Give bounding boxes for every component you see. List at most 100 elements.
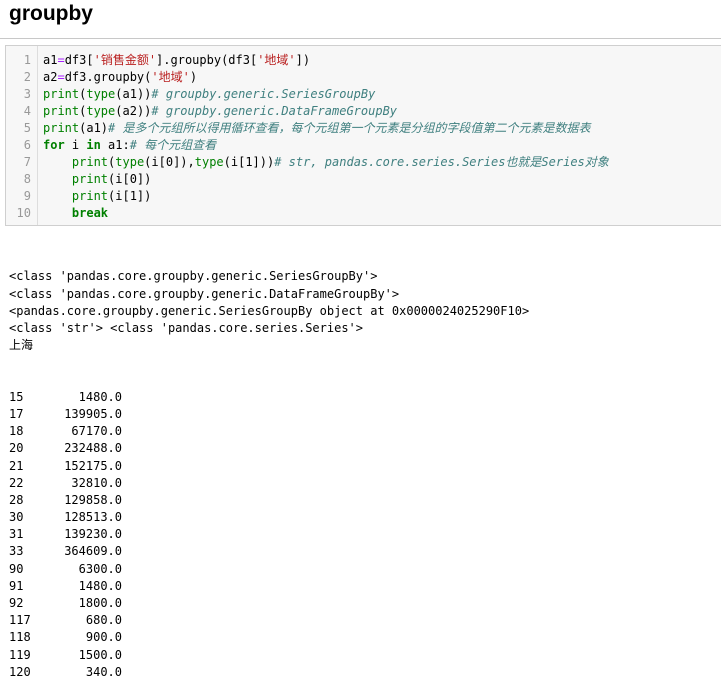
line-number: 8 [23,172,31,186]
code-token: df3.groupby( [64,70,152,84]
series-row: 21 152175.0 [9,458,529,475]
code-token: = [57,53,65,67]
code-token: print [71,189,109,203]
code-token: type [86,87,116,101]
series-value: 364609.0 [64,544,122,559]
series-row: 22 32810.0 [9,475,529,492]
code-token: (i[0]) [108,172,152,186]
series-row: 33 364609.0 [9,543,529,560]
code-token: = [57,70,65,84]
code-token: break [71,206,109,220]
line-number: 1 [23,53,31,67]
series-row: 91 1480.0 [9,578,529,595]
code-token: type [194,155,224,169]
code-line: break [43,205,609,222]
series-row: 117 680.0 [9,612,529,629]
code-token: # groupby.generic.SeriesGroupBy [151,87,376,101]
code-token: # 每个元组查看 [129,138,217,152]
series-value: 67170.0 [71,424,122,439]
series-value: 680.0 [85,613,122,628]
series-value: 900.0 [85,630,122,645]
code-token: (i[1]) [108,189,152,203]
code-token: (i[1])) [223,155,275,169]
series-row: 30 128513.0 [9,509,529,526]
series-row: 28 129858.0 [9,492,529,509]
series-value: 129858.0 [64,492,122,507]
series-value: 1500.0 [78,647,122,662]
line-number: 5 [23,121,31,135]
code-line: print(i[0]) [43,171,609,188]
series-value: 232488.0 [64,441,122,456]
code-token: ]) [295,53,311,67]
code-token: (i[0]), [144,155,195,169]
code-token: a1 [43,53,58,67]
code-token: print [43,121,80,135]
series-value: 6300.0 [78,561,122,576]
line-number-gutter: 1 2 3 4 5 6 7 8 9 10 [6,46,38,225]
code-token: a2 [43,70,58,84]
output-line: <class 'str'> <class 'pandas.core.series… [9,320,364,335]
output-line: 上海 [9,338,34,353]
line-number: 7 [23,155,31,169]
series-output: 15 1480.0 17 139905.0 18 67170.0 20 232488.0 21 1… [9,389,529,681]
series-value: 1480.0 [78,578,122,593]
series-row: 20 232488.0 [9,440,529,457]
code-line: for i in a1:# 每个元组查看 [43,137,609,154]
code-line: print(type(i[0]),type(i[1]))# str, panda… [43,154,609,171]
line-number: 6 [23,138,31,152]
code-token: in [86,138,101,152]
code-token: ].groupby(df3[ [156,53,258,67]
series-row: 120 340.0 [9,664,529,681]
series-value: 139230.0 [64,527,122,542]
line-number: 3 [23,87,31,101]
code-token: # groupby.generic.DataFrameGroupBy [151,104,398,118]
cell-output: <class 'pandas.core.groupby.generic.Seri… [9,234,529,698]
code-editor[interactable]: a1=df3['销售金额'].groupby(df3['地域']) a2=df3.… [43,52,609,222]
code-token: (a1) [79,121,109,135]
code-line: print(type(a2))# groupby.generic.DataFra… [43,103,609,120]
code-token: print [71,155,109,169]
code-line: a1=df3['销售金额'].groupby(df3['地域']) [43,52,609,69]
series-row: 15 1480.0 [9,389,529,406]
code-token: print [43,87,80,101]
code-token: type [115,155,145,169]
code-line: print(type(a1))# groupby.generic.SeriesG… [43,86,609,103]
code-line: a2=df3.groupby('地域') [43,69,609,86]
code-token: type [86,104,116,118]
line-number: 9 [23,189,31,203]
code-token: # 是多个元组所以得用循环查看，每个元组第一个元素是分组的字段值第二个元素是数据… [108,121,591,135]
code-token: # str, pandas.core.series.Series也就是Serie… [274,155,609,169]
line-number: 4 [23,104,31,118]
code-token: for [43,138,65,152]
code-token: print [43,104,80,118]
code-cell[interactable]: 1 2 3 4 5 6 7 8 9 10 a1=df3['销售金额'].groupby(df3['… [5,45,721,226]
series-value: 1480.0 [78,389,122,404]
series-row: 92 1800.0 [9,595,529,612]
code-token: ) [189,70,198,84]
section-heading: groupby [9,2,93,25]
code-token: (a2)) [115,104,152,118]
series-value: 139905.0 [64,406,122,421]
code-token: df3[ [64,53,94,67]
code-token: i [64,138,87,152]
output-line: <pandas.core.groupby.generic.SeriesGroup… [9,303,530,318]
series-value: 340.0 [85,664,122,679]
output-line: <class 'pandas.core.groupby.generic.Seri… [9,269,378,284]
series-row: 118 900.0 [9,629,529,646]
series-row: 119 1500.0 [9,647,529,664]
series-row: 31 139230.0 [9,526,529,543]
series-row: 17 139905.0 [9,406,529,423]
output-line: <class 'pandas.core.groupby.generic.Data… [9,286,400,301]
heading-divider [0,38,721,39]
code-line: print(a1)# 是多个元组所以得用循环查看，每个元组第一个元素是分组的字段… [43,120,609,137]
line-number: 2 [23,70,31,84]
code-line: print(i[1]) [43,188,609,205]
code-token: (a1)) [115,87,152,101]
series-value: 1800.0 [78,596,122,610]
code-token: '销售金额' [93,53,157,67]
series-row: 18 67170.0 [9,423,529,440]
